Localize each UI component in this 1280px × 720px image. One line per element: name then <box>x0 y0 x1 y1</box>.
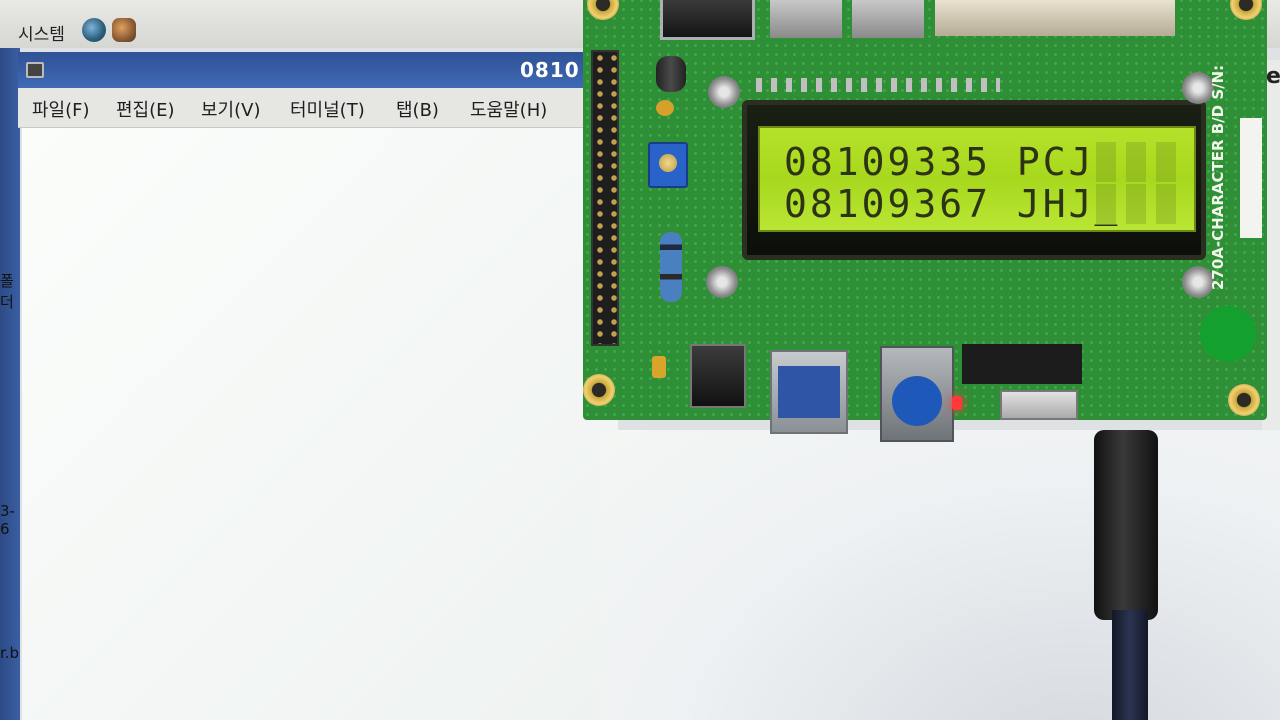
globe-icon[interactable] <box>82 18 106 42</box>
lcd-line-2: 08109367 JHJ_ <box>784 182 1121 226</box>
power-cable-wire <box>1112 610 1148 720</box>
board-silkscreen: 270A-CHARACTER B/D S/N: <box>1209 64 1227 290</box>
menu-edit[interactable]: 편집(E) <box>116 96 175 122</box>
terminal-area[interactable] <box>22 128 618 720</box>
small-capacitor <box>656 100 674 116</box>
menu-tabs[interactable]: 탭(B) <box>396 96 439 122</box>
screw <box>706 266 738 298</box>
strip-fragment: 3-6 <box>0 502 15 538</box>
usb-a-port <box>770 350 848 434</box>
mount-hole <box>583 374 615 406</box>
green-pad <box>1200 306 1256 362</box>
screen-background <box>600 430 1280 720</box>
lcd-screen: 08109335 PCJ 08109367 JHJ_ <box>758 126 1196 232</box>
tools-icon[interactable] <box>112 18 136 42</box>
terminal-window: 0810 파일(F) 편집(E) 보기(V) 터미널(T) 탭(B) 도움말(H… <box>18 52 618 720</box>
mount-hole <box>1228 384 1260 416</box>
dark-connector <box>962 344 1082 384</box>
strip-fragment: 폴더 <box>0 272 14 311</box>
capacitor <box>656 56 686 92</box>
menu-view[interactable]: 보기(V) <box>201 96 260 122</box>
potentiometer <box>648 142 688 188</box>
top-connector <box>935 0 1175 36</box>
window-titlebar[interactable]: 0810 <box>18 52 618 88</box>
window-title: 0810 <box>520 58 580 82</box>
ethernet-connector <box>690 344 746 408</box>
system-menu[interactable]: 시스템 <box>18 20 65 45</box>
screw <box>708 76 740 108</box>
usb-b-port <box>880 346 954 442</box>
power-switch <box>1000 390 1078 420</box>
menu-bar: 파일(F) 편집(E) 보기(V) 터미널(T) 탭(B) 도움말(H) <box>18 88 618 128</box>
desktop-left-strip: 폴더 3-6 r.b <box>0 48 20 720</box>
menu-terminal[interactable]: 터미널(T) <box>290 96 365 122</box>
top-connector <box>660 0 755 40</box>
resistor <box>660 232 682 302</box>
power-cable <box>1094 430 1158 620</box>
lcd-pins <box>756 78 1000 92</box>
smd-component <box>652 356 666 378</box>
top-connector <box>852 0 924 38</box>
edge-text: e <box>1266 64 1280 89</box>
menu-file[interactable]: 파일(F) <box>32 96 90 122</box>
power-led-icon <box>952 396 962 410</box>
menu-help[interactable]: 도움말(H) <box>470 96 547 122</box>
pin-header <box>591 50 619 346</box>
strip-fragment: r.b <box>0 644 20 662</box>
lcd-cells <box>1090 142 1180 182</box>
lcd-line-1: 08109335 PCJ <box>784 140 1095 184</box>
terminal-icon <box>26 62 44 78</box>
top-connector <box>770 0 842 38</box>
